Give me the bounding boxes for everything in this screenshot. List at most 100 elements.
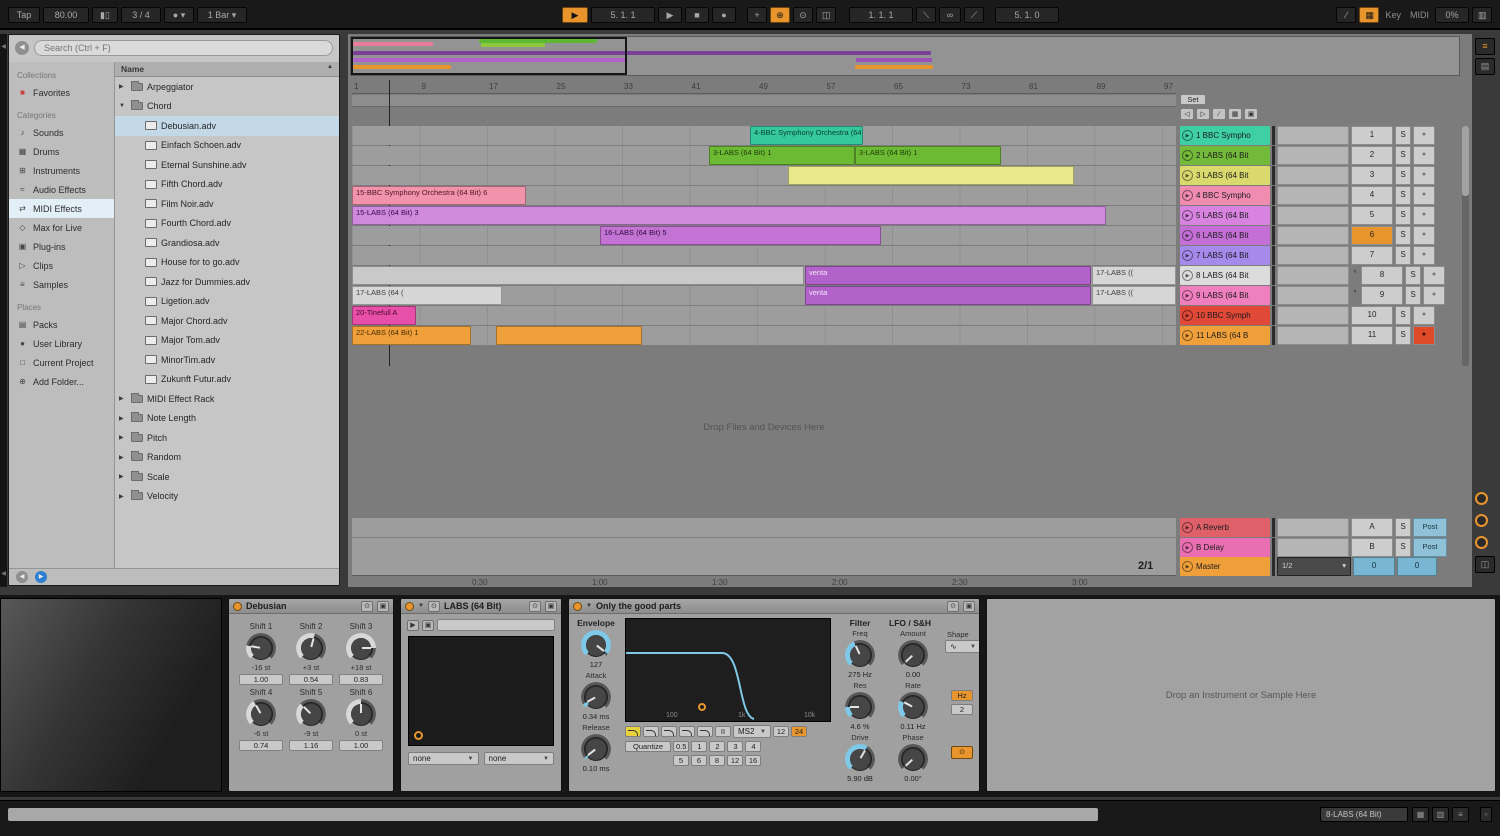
- master-cue-volume[interactable]: 0: [1353, 557, 1395, 576]
- track-arm-button[interactable]: ●: [1413, 146, 1435, 165]
- track-name[interactable]: ▶10 BBC Symph: [1180, 306, 1270, 325]
- sidebar-item-drums[interactable]: ▦Drums: [9, 142, 114, 161]
- preset-name-field[interactable]: [437, 619, 555, 631]
- prev-marker-icon[interactable]: ◁: [1180, 108, 1194, 120]
- file-item-zukunft-futur-adv[interactable]: Zukunft Futur.adv: [115, 370, 339, 390]
- file-item-ligetion-adv[interactable]: Ligetion.adv: [115, 292, 339, 312]
- sidebar-item-user-library[interactable]: ●User Library: [9, 334, 114, 353]
- track-mixer-strip[interactable]: [1277, 206, 1349, 225]
- arrangement-clip-17-labs[interactable]: 17-LABS ((: [1092, 266, 1176, 285]
- file-item-midi-effect-rack[interactable]: ▶MIDI Effect Rack: [115, 389, 339, 409]
- vertical-scrollbar[interactable]: [1462, 126, 1469, 366]
- clip-view-toggle-icon[interactable]: ▦: [1412, 807, 1429, 822]
- file-item-minortim-adv[interactable]: MinorTim.adv: [115, 350, 339, 370]
- track-arm-button[interactable]: ●: [1413, 206, 1435, 225]
- track-number[interactable]: 2: [1351, 146, 1393, 165]
- return-lane-b[interactable]: [352, 538, 1176, 557]
- quantize-12-button[interactable]: 12: [727, 755, 743, 766]
- scrollbar-thumb[interactable]: [1462, 126, 1469, 196]
- device-view-toggle-icon[interactable]: ▥: [1432, 807, 1449, 822]
- filter-type-morph-icon[interactable]: [697, 726, 713, 737]
- res-knob[interactable]: [848, 695, 872, 719]
- sidebar-item-sounds[interactable]: ♪Sounds: [9, 123, 114, 142]
- file-item-eternal-sunshine-adv[interactable]: Eternal Sunshine.adv: [115, 155, 339, 175]
- track-header-3-labs-64-bit[interactable]: ▶3 LABS (64 Bit3S●: [1180, 166, 1460, 185]
- track-arm-button[interactable]: ●: [1413, 226, 1435, 245]
- track-mixer-strip[interactable]: [1277, 166, 1349, 185]
- track-solo-button[interactable]: S: [1395, 306, 1411, 325]
- filter-type-highpass-icon[interactable]: [643, 726, 659, 737]
- arrangement-clip-3-labs-64-bit-1[interactable]: 3-LABS (64 Bit) 1: [709, 146, 855, 165]
- lfo-hz-button[interactable]: Hz: [951, 690, 973, 701]
- filter-cutoff-dot[interactable]: [698, 703, 706, 711]
- plugin-window-icon[interactable]: ▶: [407, 620, 419, 631]
- arrangement-clip-15-labs-64-bit-3[interactable]: 15-LABS (64 Bit) 3: [352, 206, 1106, 225]
- search-input[interactable]: [34, 40, 333, 56]
- track-header-5-labs-64-bit[interactable]: ▶5 LABS (64 Bit5S●: [1180, 206, 1460, 225]
- track-name[interactable]: ▶8 LABS (64 Bit: [1180, 266, 1270, 285]
- quantize-1-button[interactable]: 1: [691, 741, 707, 752]
- track-arm-button[interactable]: ●: [1423, 286, 1445, 305]
- sidebar-item-plug-ins[interactable]: ▣Plug-ins: [9, 237, 114, 256]
- file-item-film-noir-adv[interactable]: Film Noir.adv: [115, 194, 339, 214]
- return-post-button[interactable]: Post: [1413, 538, 1447, 557]
- lfo-retrigger-lamp-icon[interactable]: ⊙: [951, 746, 973, 759]
- track-mixer-strip[interactable]: [1277, 266, 1349, 285]
- filter-type-lowpass-icon[interactable]: [625, 726, 641, 737]
- automation-arm-button[interactable]: ⊙: [793, 7, 813, 23]
- track-number[interactable]: 11: [1351, 326, 1393, 345]
- reenable-automation-button[interactable]: ◫: [816, 7, 836, 23]
- browser-collapse-icon[interactable]: ◀: [0, 40, 7, 54]
- mixer-section-toggle-3[interactable]: [1475, 536, 1488, 549]
- slope-24-button[interactable]: 24: [791, 726, 807, 737]
- release-knob[interactable]: [584, 737, 608, 761]
- track-mixer-strip[interactable]: [1277, 306, 1349, 325]
- track-header-11-labs-64-b[interactable]: ▶11 LABS (64 B11S●: [1180, 326, 1460, 345]
- overview-view-box[interactable]: [351, 37, 627, 75]
- record-button[interactable]: ●: [712, 7, 736, 23]
- track-header-7-labs-64-bit[interactable]: ▶7 LABS (64 Bit7S●: [1180, 246, 1460, 265]
- return-post-button[interactable]: Post: [1413, 518, 1447, 537]
- attack-knob[interactable]: [584, 685, 608, 709]
- return-solo-button[interactable]: S: [1395, 518, 1411, 537]
- file-item-scale[interactable]: ▶Scale: [115, 467, 339, 487]
- track-arm-button[interactable]: ●: [1413, 186, 1435, 205]
- browser-collapse-bottom-icon[interactable]: ◀: [0, 567, 7, 581]
- track-number[interactable]: 5: [1351, 206, 1393, 225]
- track-name[interactable]: ▶7 LABS (64 Bit: [1180, 246, 1270, 265]
- punch-out-button[interactable]: ⟋: [964, 7, 984, 23]
- preview-toggle-icon[interactable]: ▶: [35, 571, 47, 583]
- file-item-jazz-for-dummies-adv[interactable]: Jazz for Dummies.adv: [115, 272, 339, 292]
- overview-toggle-icon[interactable]: ≡: [1475, 38, 1495, 55]
- master-volume[interactable]: 0: [1397, 557, 1437, 576]
- track-mixer-strip[interactable]: [1277, 326, 1349, 345]
- info-view-toggle-icon[interactable]: ≡: [1452, 807, 1469, 822]
- quantize-16-button[interactable]: 16: [745, 755, 761, 766]
- play-button[interactable]: ▶: [658, 7, 682, 23]
- track-name[interactable]: ▶5 LABS (64 Bit: [1180, 206, 1270, 225]
- track-header-6-labs-64-bit[interactable]: ▶6 LABS (64 Bit6S●: [1180, 226, 1460, 245]
- tempo-display[interactable]: 80.00: [43, 7, 89, 23]
- track-solo-button[interactable]: S: [1395, 246, 1411, 265]
- sidebar-item-audio-effects[interactable]: ≈Audio Effects: [9, 180, 114, 199]
- track-header-b-delay[interactable]: ▶B DelayBSPost: [1180, 538, 1460, 557]
- lfo-rate-value[interactable]: 0.11 Hz: [889, 722, 937, 731]
- sidebar-item-clips[interactable]: ▷Clips: [9, 256, 114, 275]
- plugin-param-dot[interactable]: [414, 731, 423, 740]
- track-header-2-labs-64-bit[interactable]: ▶2 LABS (64 Bit2S●: [1180, 146, 1460, 165]
- groove-icon[interactable]: ● ▾: [164, 7, 194, 23]
- file-list-header[interactable]: Name ▲: [115, 62, 339, 77]
- track-name[interactable]: ▶11 LABS (64 B: [1180, 326, 1270, 345]
- arrangement-clip-4-bbc-symphony-orchestra-64-bit[interactable]: 4-BBC Symphony Orchestra (64 Bit): [750, 126, 863, 145]
- save-preset-icon[interactable]: ▣: [963, 601, 975, 612]
- loop-start-display[interactable]: 1. 1. 1: [849, 7, 913, 23]
- track-header-master[interactable]: ▶Master1/2▾00: [1180, 557, 1460, 576]
- arrangement-clip-17-labs[interactable]: 17-LABS ((: [1092, 286, 1176, 305]
- track-header-a-reverb[interactable]: ▶A ReverbASPost: [1180, 518, 1460, 537]
- sidebar-item-favorites[interactable]: ■Favorites: [9, 83, 114, 102]
- track-arm-button[interactable]: ●: [1413, 126, 1435, 145]
- track-mixer-strip[interactable]: [1277, 246, 1349, 265]
- track-solo-button[interactable]: S: [1395, 146, 1411, 165]
- draw-mode-button[interactable]: ∕: [1336, 7, 1356, 23]
- scrub-area[interactable]: [352, 95, 1176, 107]
